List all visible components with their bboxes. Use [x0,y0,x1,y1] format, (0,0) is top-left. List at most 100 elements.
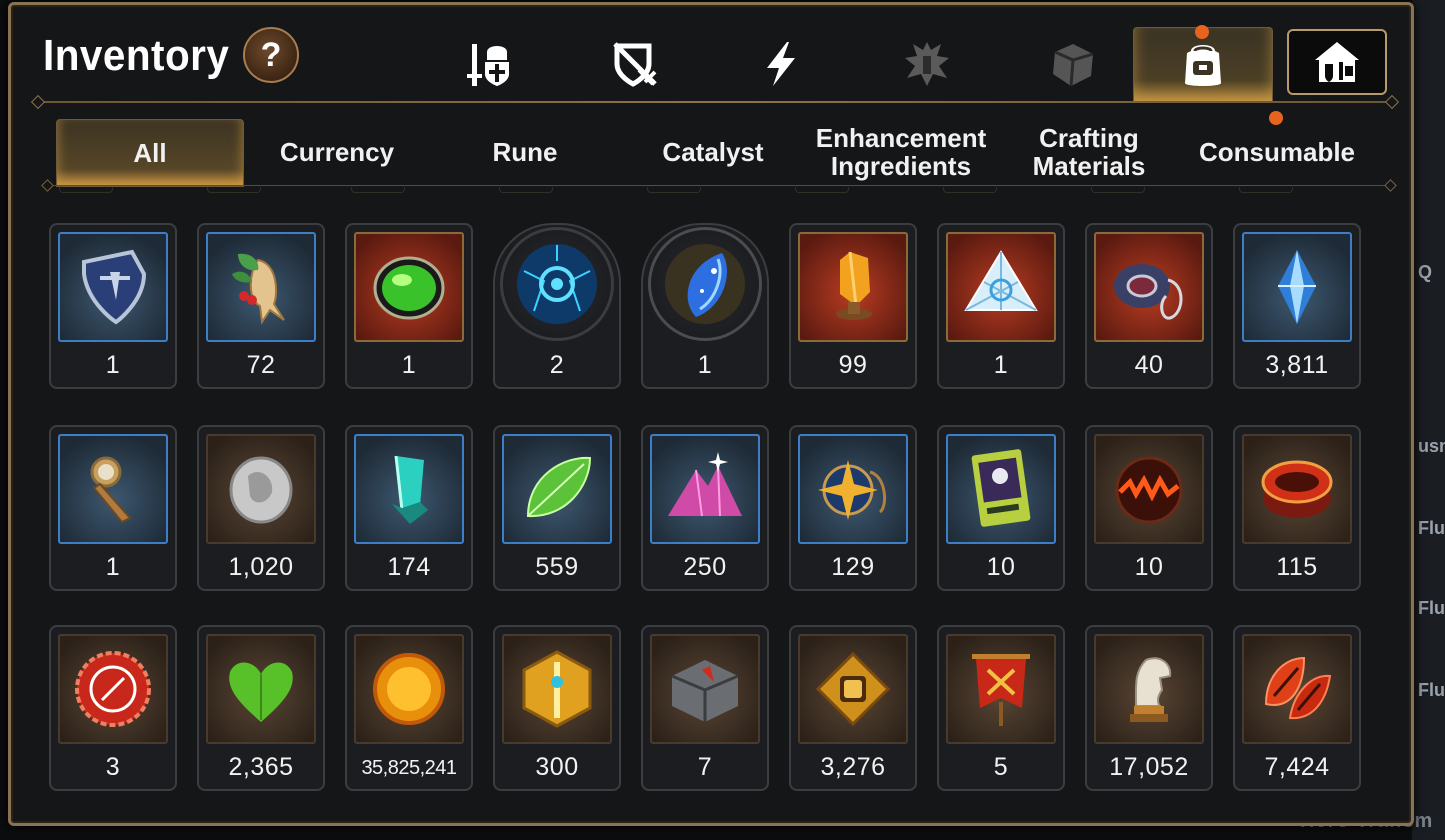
subtab-consumable[interactable]: Consumable [1184,119,1370,185]
icon-frame [946,634,1056,744]
icon-frame [500,227,614,341]
subtab-enhancement-ingredients[interactable]: Enhancement Ingredients [808,119,994,185]
inventory-slot[interactable]: 3,276 [789,625,917,791]
pink-crystal-pile-icon [668,452,742,517]
silver-coin-icon [229,456,293,524]
inventory-slot[interactable]: 300 [493,625,621,791]
tab-guild-storage[interactable] [1287,29,1387,95]
subtab-crafting-materials[interactable]: Crafting Materials [996,119,1182,185]
blue-rune-circle-icon [517,244,597,324]
item-count: 2,365 [228,753,294,781]
icon-frame [354,232,464,342]
item-count: 250 [683,553,727,581]
inventory-slot[interactable]: 1 [49,425,177,591]
inventory-slot[interactable]: 7,424 [1233,625,1361,791]
item-count: 3 [105,753,121,781]
tab-artifacts[interactable] [1003,27,1143,101]
inventory-slot[interactable]: 17,052 [1085,625,1213,791]
inventory-slot[interactable]: 40 [1085,223,1213,389]
subtab-label: Enhancement Ingredients [816,124,987,180]
item-count: 1,020 [228,553,294,581]
subtab-divider [47,185,1391,186]
subtab-currency[interactable]: Currency [244,119,430,185]
inventory-slot[interactable]: 3,811 [1233,223,1361,389]
scrolled-row-edge [943,187,997,193]
item-count: 5 [993,753,1009,781]
tab-combat[interactable] [565,27,705,101]
icon-frame [1242,634,1352,744]
item-count: 7 [697,753,713,781]
subtab-rune[interactable]: Rune [432,119,618,185]
subtab-catalyst[interactable]: Catalyst [620,119,806,185]
inventory-slot[interactable]: 1 [49,223,177,389]
inventory-slot[interactable]: 1,020 [197,425,325,591]
notification-badge [1195,25,1209,39]
icon-frame [798,232,908,342]
green-orb-icon [373,256,445,320]
background-text: Q [1418,262,1433,282]
inventory-slot[interactable]: 99 [789,223,917,389]
inventory-slot[interactable]: 5 [937,625,1065,791]
icon-frame [946,232,1056,342]
item-count: 40 [1134,351,1164,379]
inventory-slot[interactable]: 129 [789,425,917,591]
inventory-slot[interactable]: 10 [937,425,1065,591]
tab-skills[interactable] [711,27,851,101]
item-count: 17,052 [1109,753,1189,781]
item-count: 1 [105,553,121,581]
guild-house-icon [1315,42,1359,82]
tab-heroes[interactable] [857,27,997,101]
item-count: 10 [1134,553,1164,581]
icon-frame [58,232,168,342]
star-amulet-icon [818,460,887,520]
subtab-all[interactable]: All [56,119,244,187]
cube-icon [1053,44,1094,87]
icon-frame [1094,634,1204,744]
inventory-slot[interactable]: 174 [345,425,473,591]
inventory-slot[interactable]: 72 [197,223,325,389]
item-count: 1 [697,351,713,379]
inventory-slot[interactable]: 7 [641,625,769,791]
item-count: 1 [105,351,121,379]
inventory-slot[interactable]: 3 [49,625,177,791]
subtab-label-line: Crafting [1039,123,1139,153]
background-screen-strip: Q usm Flu Flu Flu [1412,0,1445,840]
red-seal-icon [75,651,151,727]
icon-frame [206,434,316,544]
subtab-label: Currency [279,137,395,167]
ginseng-root-icon [232,253,285,325]
item-count: 35,825,241 [361,757,457,779]
subtab-label-line: Enhancement [815,123,987,153]
icon-frame [58,634,168,744]
help-button[interactable]: ? [243,27,299,83]
inventory-slot[interactable]: 1 [937,223,1065,389]
tab-equipment[interactable] [419,27,559,101]
horse-statue-icon [1130,657,1172,722]
icon-frame [502,434,612,544]
notification-badge [1269,111,1283,125]
subtab-label-line: Ingredients [830,151,972,181]
inventory-slot[interactable]: 2 [493,223,621,389]
inventory-slot[interactable]: 2,365 [197,625,325,791]
red-leaves-icon [1264,656,1332,720]
galaxy-crystal-icon [665,244,745,324]
inventory-slot[interactable]: 250 [641,425,769,591]
gold-coin-icon [373,653,445,725]
card-icon [971,449,1031,527]
icon-frame [648,227,762,341]
ring-pendant-icon [1114,264,1183,320]
gear-icon [467,44,509,86]
backpack-icon [1185,45,1221,86]
inventory-slot[interactable]: 115 [1233,425,1361,591]
header-divider [39,101,1391,103]
item-count: 1 [993,351,1009,379]
inventory-slot[interactable]: 559 [493,425,621,591]
inventory-slot[interactable]: 1 [641,223,769,389]
icon-frame [650,434,760,544]
icon-frame [798,434,908,544]
item-count: 129 [831,553,875,581]
inventory-slot[interactable]: 35,825,241 [345,625,473,791]
inventory-slot[interactable]: 1 [345,223,473,389]
inventory-slot[interactable]: 10 [1085,425,1213,591]
gold-hexagon-emblem-icon [522,650,592,728]
